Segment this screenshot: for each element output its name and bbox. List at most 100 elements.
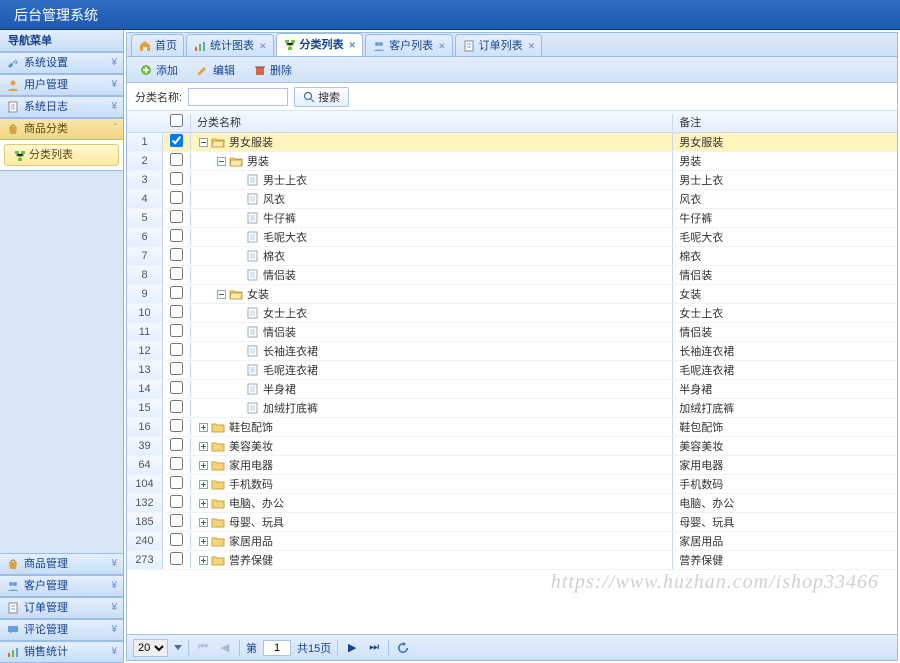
sidebar-item-2[interactable]: 系统日志¥ xyxy=(0,96,123,118)
close-icon[interactable]: ✕ xyxy=(528,36,536,56)
row-checkbox[interactable] xyxy=(170,514,183,527)
close-icon[interactable]: ✕ xyxy=(349,35,357,55)
row-checkbox[interactable] xyxy=(170,172,183,185)
collapse-icon[interactable] xyxy=(215,288,227,300)
tab-1[interactable]: 统计图表✕ xyxy=(186,34,274,56)
col-name-header[interactable]: 分类名称 xyxy=(191,114,673,130)
table-row[interactable]: 15加绒打底裤加绒打底裤 xyxy=(127,399,897,418)
row-checkbox[interactable] xyxy=(170,419,183,432)
row-checkbox[interactable] xyxy=(170,457,183,470)
table-row[interactable]: 10女士上衣女士上衣 xyxy=(127,304,897,323)
expand-icon[interactable] xyxy=(197,497,209,509)
table-row[interactable]: 64家用电器家用电器 xyxy=(127,456,897,475)
table-row[interactable]: 6毛呢大衣毛呢大衣 xyxy=(127,228,897,247)
expand-icon[interactable] xyxy=(197,459,209,471)
close-icon[interactable]: ✕ xyxy=(259,36,267,56)
page-size-select[interactable]: 20 xyxy=(133,639,168,657)
expand-icon[interactable] xyxy=(197,440,209,452)
row-checkbox[interactable] xyxy=(170,343,183,356)
edit-button[interactable]: 编辑 xyxy=(192,60,239,80)
expand-icon[interactable] xyxy=(197,535,209,547)
row-checkbox[interactable] xyxy=(170,552,183,565)
row-checkbox[interactable] xyxy=(170,400,183,413)
row-checkbox[interactable] xyxy=(170,134,183,147)
table-row[interactable]: 9女装女装 xyxy=(127,285,897,304)
table-row[interactable]: 11情侣装情侣装 xyxy=(127,323,897,342)
first-page-button[interactable]: ⏮ xyxy=(195,640,211,656)
sidebar-bottom-1[interactable]: 客户管理¥ xyxy=(0,575,123,597)
expand-icon[interactable] xyxy=(197,478,209,490)
tab-2[interactable]: 分类列表✕ xyxy=(276,33,364,56)
chevron-icon: ¥ xyxy=(111,619,117,641)
row-number: 5 xyxy=(127,209,163,227)
table-row[interactable]: 5牛仔裤牛仔裤 xyxy=(127,209,897,228)
sidebar-bottom-3[interactable]: 评论管理¥ xyxy=(0,619,123,641)
row-number: 11 xyxy=(127,323,163,341)
tab-0[interactable]: 首页 xyxy=(131,34,184,56)
row-checkbox[interactable] xyxy=(170,210,183,223)
expand-icon[interactable] xyxy=(197,421,209,433)
table-row[interactable]: 7棉衣棉衣 xyxy=(127,247,897,266)
row-checkbox[interactable] xyxy=(170,229,183,242)
filter-name-input[interactable] xyxy=(188,88,288,106)
delete-button[interactable]: 删除 xyxy=(249,60,296,80)
sidebar-item-0[interactable]: 系统设置¥ xyxy=(0,52,123,74)
row-checkbox[interactable] xyxy=(170,286,183,299)
row-name: 加绒打底裤 xyxy=(263,400,318,416)
row-checkbox[interactable] xyxy=(170,438,183,451)
table-row[interactable]: 3男士上衣男士上衣 xyxy=(127,171,897,190)
table-row[interactable]: 14半身裙半身裙 xyxy=(127,380,897,399)
expand-icon[interactable] xyxy=(197,554,209,566)
table-row[interactable]: 2男装男装 xyxy=(127,152,897,171)
table-row[interactable]: 4风衣风衣 xyxy=(127,190,897,209)
last-page-button[interactable]: ⏭ xyxy=(366,640,382,656)
sidebar-item-1[interactable]: 用户管理¥ xyxy=(0,74,123,96)
collapse-icon[interactable] xyxy=(197,136,209,148)
row-checkbox[interactable] xyxy=(170,381,183,394)
sidebar-sub-label: 分类列表 xyxy=(29,144,73,166)
table-row[interactable]: 185母婴、玩具母婴、玩具 xyxy=(127,513,897,532)
sidebar-item-3[interactable]: 商品分类ˆ xyxy=(0,118,123,140)
row-checkbox[interactable] xyxy=(170,153,183,166)
sidebar-bottom-0[interactable]: 商品管理¥ xyxy=(0,553,123,575)
table-row[interactable]: 240家居用品家居用品 xyxy=(127,532,897,551)
row-checkbox[interactable] xyxy=(170,324,183,337)
prev-page-button[interactable]: ◀ xyxy=(217,640,233,656)
row-checkbox[interactable] xyxy=(170,267,183,280)
refresh-button[interactable] xyxy=(395,640,411,656)
next-page-button[interactable]: ▶ xyxy=(344,640,360,656)
table-row[interactable]: 8情侣装情侣装 xyxy=(127,266,897,285)
row-checkbox[interactable] xyxy=(170,191,183,204)
sidebar-bottom-4[interactable]: 销售统计¥ xyxy=(0,641,123,663)
row-checkbox[interactable] xyxy=(170,305,183,318)
close-icon[interactable]: ✕ xyxy=(438,36,446,56)
table-row[interactable]: 132电脑、办公电脑、办公 xyxy=(127,494,897,513)
table-row[interactable]: 13毛呢连衣裙毛呢连衣裙 xyxy=(127,361,897,380)
col-check-header[interactable] xyxy=(163,114,191,130)
table-row[interactable]: 104手机数码手机数码 xyxy=(127,475,897,494)
check-all[interactable] xyxy=(170,114,183,127)
col-note-header[interactable]: 备注 xyxy=(673,114,897,130)
tab-3[interactable]: 客户列表✕ xyxy=(365,34,453,56)
row-checkbox[interactable] xyxy=(170,362,183,375)
table-row[interactable]: 16鞋包配饰鞋包配饰 xyxy=(127,418,897,437)
expand-icon[interactable] xyxy=(197,516,209,528)
table-row[interactable]: 39美容美妆美容美妆 xyxy=(127,437,897,456)
row-checkbox[interactable] xyxy=(170,248,183,261)
row-checkbox[interactable] xyxy=(170,533,183,546)
tab-4[interactable]: 订单列表✕ xyxy=(455,34,543,56)
row-name-cell: 毛呢大衣 xyxy=(191,228,673,246)
row-checkbox[interactable] xyxy=(170,476,183,489)
grid-body[interactable]: https://www.huzhan.com/ishop33466 1男女服装男… xyxy=(127,133,897,634)
table-row[interactable]: 273营养保健营养保健 xyxy=(127,551,897,570)
collapse-icon[interactable] xyxy=(215,155,227,167)
page-input[interactable] xyxy=(263,640,291,656)
table-row[interactable]: 1男女服装男女服装 xyxy=(127,133,897,152)
table-row[interactable]: 12长袖连衣裙长袖连衣裙 xyxy=(127,342,897,361)
row-note: 女士上衣 xyxy=(673,305,897,321)
add-button[interactable]: 添加 xyxy=(135,60,182,80)
search-button[interactable]: 搜索 xyxy=(294,87,349,107)
row-checkbox[interactable] xyxy=(170,495,183,508)
sidebar-sub-item[interactable]: 分类列表 xyxy=(4,144,119,166)
sidebar-bottom-2[interactable]: 订单管理¥ xyxy=(0,597,123,619)
